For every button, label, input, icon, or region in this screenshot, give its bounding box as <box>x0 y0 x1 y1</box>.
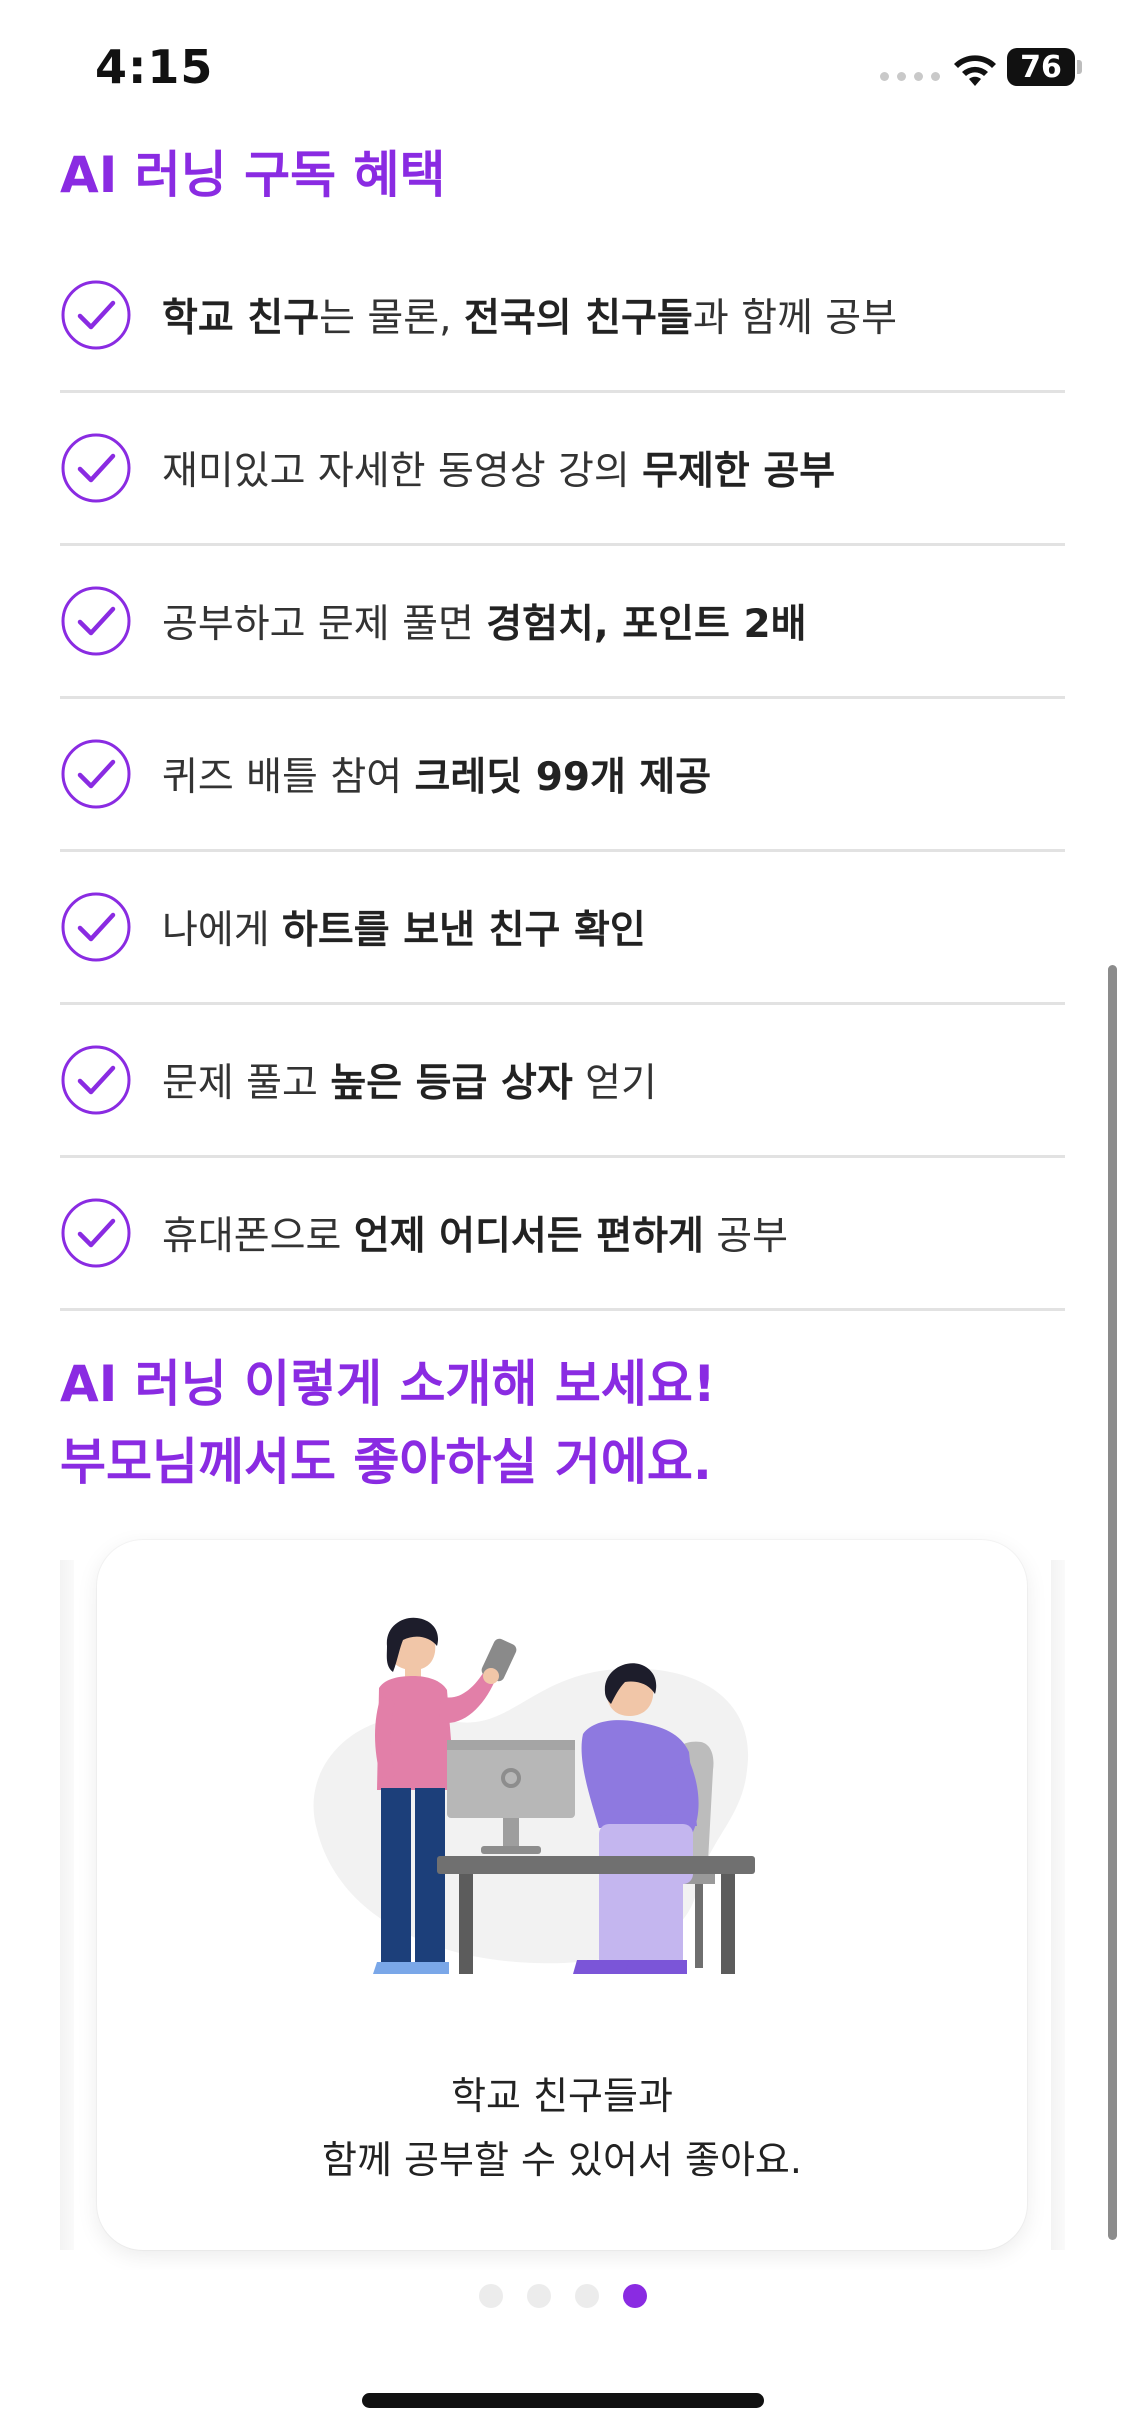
battery-level: 76 <box>1020 49 1062 85</box>
benefit-text-part: 재미있고 자세한 동영상 강의 <box>162 449 643 494</box>
status-time: 4:15 <box>95 40 214 94</box>
benefit-highlight: 학교 친구 <box>162 296 320 341</box>
benefit-text: 학교 친구는 물론, 전국의 친구들과 함께 공부 <box>162 287 897 343</box>
benefit-text-part: 얻기 <box>572 1061 657 1106</box>
benefit-highlight: 높은 등급 상자 <box>330 1061 573 1106</box>
benefit-text-part: 나에게 <box>162 908 283 953</box>
benefit-highlight: 하트를 보낸 친구 확인 <box>282 908 646 953</box>
check-circle-icon <box>61 1198 131 1268</box>
benefit-highlight: 언제 어디서든 편하게 <box>353 1214 704 1259</box>
benefit-text: 휴대폰으로 언제 어디서든 편하게 공부 <box>162 1205 788 1261</box>
caption-line2: 함께 공부할 수 있어서 좋아요. <box>322 2138 802 2182</box>
vertical-scrollbar[interactable] <box>1108 965 1117 2240</box>
benefit-text-part: 공부 <box>703 1214 789 1259</box>
benefit-item: 학교 친구는 물론, 전국의 친구들과 함께 공부 <box>60 240 1065 393</box>
benefit-highlight: 크레딧 99개 제공 <box>414 755 712 800</box>
benefit-text: 문제 풀고 높은 등급 상자 얻기 <box>162 1052 657 1108</box>
benefit-item: 공부하고 문제 풀면 경험치, 포인트 2배 <box>60 546 1065 699</box>
next-card-edge <box>1051 1560 1065 2250</box>
benefit-item: 퀴즈 배틀 참여 크레딧 99개 제공 <box>60 699 1065 852</box>
intro-title: AI 러닝 이렇게 소개해 보세요! 부모님께서도 좋아하실 거에요. <box>60 1345 716 1501</box>
benefit-list: 학교 친구는 물론, 전국의 친구들과 함께 공부재미있고 자세한 동영상 강의… <box>60 240 1065 1311</box>
carousel-dot[interactable] <box>478 2284 503 2308</box>
benefit-text: 공부하고 문제 풀면 경험치, 포인트 2배 <box>162 593 807 649</box>
testimonial-carousel[interactable]: 학교 친구들과 함께 공부할 수 있어서 좋아요. <box>60 1530 1065 2270</box>
benefit-text: 나에게 하트를 보낸 친구 확인 <box>162 899 646 955</box>
benefit-text-part: 휴대폰으로 <box>162 1214 354 1259</box>
carousel-dot[interactable] <box>574 2284 599 2308</box>
testimonial-caption: 학교 친구들과 함께 공부할 수 있어서 좋아요. <box>97 2064 1027 2192</box>
benefit-item: 나에게 하트를 보낸 친구 확인 <box>60 852 1065 1005</box>
cellular-signal-icon <box>880 72 940 81</box>
check-circle-icon <box>61 280 131 350</box>
benefit-item: 재미있고 자세한 동영상 강의 무제한 공부 <box>60 393 1065 546</box>
check-circle-icon <box>61 433 131 503</box>
benefit-highlight: 무제한 공부 <box>642 449 836 494</box>
testimonial-card[interactable]: 학교 친구들과 함께 공부할 수 있어서 좋아요. <box>97 1540 1027 2250</box>
benefit-highlight: 전국의 친구들 <box>463 296 693 341</box>
check-circle-icon <box>61 1045 131 1115</box>
carousel-page-indicator[interactable] <box>0 2284 1125 2308</box>
benefit-text-part: 문제 풀고 <box>162 1061 331 1106</box>
check-circle-icon <box>61 739 131 809</box>
two-people-studying-at-computer-illustration <box>313 1617 755 1974</box>
intro-title-line2: 부모님께서도 좋아하실 거에요. <box>60 1433 712 1491</box>
wifi-icon <box>954 55 996 86</box>
intro-title-line1: AI 러닝 이렇게 소개해 보세요! <box>60 1355 716 1413</box>
battery-icon: 76 <box>1007 48 1075 86</box>
benefit-text-part: 는 물론, <box>319 296 464 341</box>
caption-line1: 학교 친구들과 <box>451 2074 673 2118</box>
previous-card-edge <box>60 1560 74 2250</box>
benefit-text: 퀴즈 배틀 참여 크레딧 99개 제공 <box>162 746 711 802</box>
benefit-highlight: 경험치, 포인트 2배 <box>486 602 807 647</box>
benefit-text-part: 퀴즈 배틀 참여 <box>162 755 415 800</box>
status-bar: 4:15 76 <box>0 0 1125 140</box>
check-circle-icon <box>61 892 131 962</box>
carousel-dot[interactable] <box>622 2284 647 2308</box>
carousel-dot[interactable] <box>526 2284 551 2308</box>
battery-tip <box>1077 60 1082 74</box>
benefits-title: AI 러닝 구독 혜택 <box>60 146 446 204</box>
benefit-text-part: 과 함께 공부 <box>692 296 898 341</box>
benefit-item: 휴대폰으로 언제 어디서든 편하게 공부 <box>60 1158 1065 1311</box>
check-circle-icon <box>61 586 131 656</box>
benefit-item: 문제 풀고 높은 등급 상자 얻기 <box>60 1005 1065 1158</box>
benefit-text-part: 공부하고 문제 풀면 <box>162 602 487 647</box>
home-indicator[interactable] <box>362 2393 764 2408</box>
benefit-text: 재미있고 자세한 동영상 강의 무제한 공부 <box>162 440 835 496</box>
